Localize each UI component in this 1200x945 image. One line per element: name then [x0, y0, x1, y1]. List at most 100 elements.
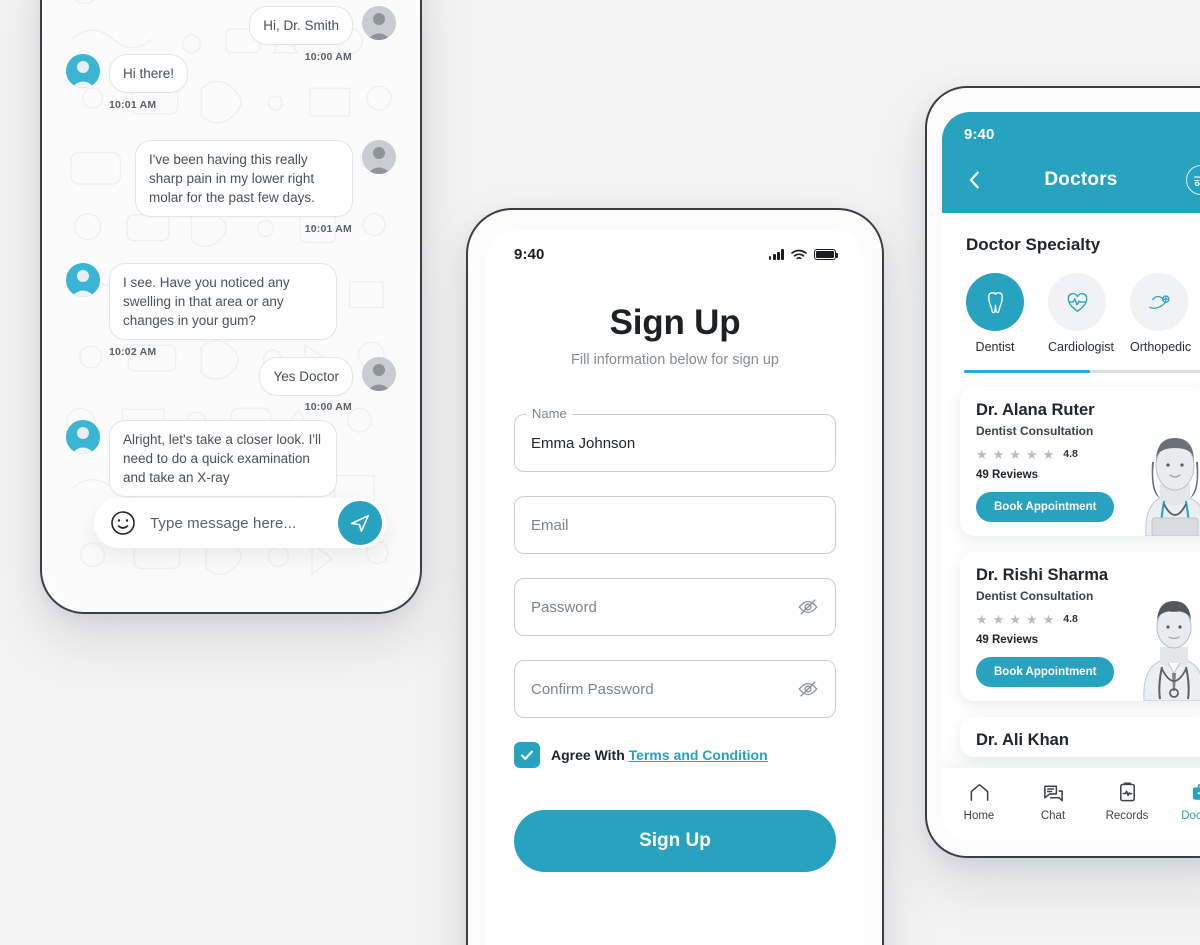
- status-time: 9:40: [514, 246, 545, 263]
- signup-button[interactable]: Sign Up: [514, 810, 836, 872]
- signup-form: Name Emma Johnson Email Password Confirm…: [486, 406, 864, 718]
- page-title: Sign Up: [609, 303, 741, 342]
- confirm-password-field-placeholder[interactable]: Confirm Password: [531, 681, 654, 698]
- email-field[interactable]: Email: [514, 496, 836, 554]
- name-field[interactable]: Name Emma Johnson: [514, 406, 836, 472]
- eye-off-icon[interactable]: [797, 596, 819, 618]
- tab-chat[interactable]: Chat: [1022, 780, 1084, 822]
- chat-message-outgoing: I've been having this really sharp pain …: [66, 140, 396, 218]
- email-field-placeholder[interactable]: Email: [531, 517, 569, 534]
- rating-value: 4.8: [1063, 613, 1078, 625]
- doctor-avatar: [66, 263, 100, 297]
- star-icon: ★: [976, 611, 988, 627]
- specialty-item-cardiologist[interactable]: Cardiologist: [1048, 273, 1115, 354]
- specialty-scrollbar[interactable]: [964, 370, 1200, 373]
- doctor-name: Dr. Ali Khan: [976, 730, 1069, 749]
- tab-label: Records: [1105, 810, 1149, 822]
- filter-settings-icon[interactable]: [1186, 165, 1200, 195]
- page-subtitle: Fill information below for sign up: [571, 352, 779, 368]
- terms-agreement-row[interactable]: Agree With Terms and Condition: [486, 742, 864, 768]
- password-field-placeholder[interactable]: Password: [531, 599, 597, 616]
- star-icon: ★: [992, 611, 1005, 627]
- screenshot-stage: Hi, Dr. Smith 10:00 AM Hi there! 10:01 A…: [0, 0, 1200, 945]
- eye-off-icon[interactable]: [797, 678, 819, 700]
- page-title: Doctors: [1044, 169, 1118, 190]
- chat-message-incoming: Alright, let's take a closer look. I'll …: [66, 420, 396, 498]
- status-time: 9:40: [964, 126, 995, 143]
- doctor-avatar: [66, 54, 100, 88]
- chat-phone-mockup: Hi, Dr. Smith 10:00 AM Hi there! 10:01 A…: [40, 0, 422, 614]
- doctors-header: 9:40 Doctors: [942, 112, 1200, 213]
- patient-avatar: [362, 6, 396, 40]
- chat-message-outgoing: Yes Doctor: [66, 357, 396, 397]
- specialty-section-title: Doctor Specialty: [966, 235, 1101, 254]
- message-bubble: Hi, Dr. Smith: [249, 6, 353, 46]
- terms-and-condition-link[interactable]: Terms and Condition: [629, 747, 768, 763]
- name-field-label: Name: [527, 406, 572, 421]
- agree-text: Agree With: [551, 747, 629, 763]
- specialty-list[interactable]: Dentist Cardiologist Orthopedic: [942, 255, 1200, 354]
- tab-label: Home: [963, 810, 995, 822]
- message-composer[interactable]: Type message here...: [94, 498, 386, 548]
- wifi-icon: [791, 249, 807, 261]
- orthopedic-icon: [1130, 273, 1188, 331]
- message-input[interactable]: Type message here...: [136, 515, 338, 532]
- doctor-list[interactable]: Dr. Alana Ruter Dentist Consultation ★ ★…: [942, 373, 1200, 757]
- star-icon: ★: [1042, 446, 1055, 462]
- chat-message-outgoing: Hi, Dr. Smith: [66, 6, 396, 46]
- specialty-item-dentist[interactable]: Dentist: [966, 273, 1024, 354]
- star-icon: ★: [976, 446, 988, 462]
- briefcase-icon: [1170, 780, 1200, 804]
- password-field[interactable]: Password: [514, 578, 836, 636]
- book-appointment-button[interactable]: Book Appointment: [976, 491, 1115, 522]
- chat-screen: Hi, Dr. Smith 10:00 AM Hi there! 10:01 A…: [52, 0, 410, 602]
- tab-label: Chat: [1040, 810, 1066, 822]
- cellular-signal-icon: [768, 249, 784, 260]
- doctor-card[interactable]: Dr. Ali Khan: [960, 716, 1200, 757]
- home-icon: [948, 780, 1010, 804]
- doctors-screen: 9:40 Doctors Doctor Specialty Dentist Ca…: [942, 112, 1200, 840]
- message-bubble: I've been having this really sharp pain …: [135, 140, 353, 218]
- smiley-icon[interactable]: [110, 510, 136, 536]
- status-bar: 9:40: [964, 126, 1200, 143]
- chat-message-incoming: Hi there!: [66, 54, 396, 94]
- specialty-label: Orthopedic: [1130, 340, 1192, 354]
- message-bubble: Alright, let's take a closer look. I'll …: [109, 420, 337, 498]
- agree-label: Agree With Terms and Condition: [551, 747, 768, 763]
- heartbeat-icon: [1048, 273, 1106, 331]
- doctor-card[interactable]: Dr. Rishi Sharma Dentist Consultation ★ …: [960, 551, 1200, 701]
- specialty-label: Cardiologist: [1048, 340, 1115, 354]
- message-bubble: Yes Doctor: [259, 357, 353, 397]
- doctor-avatar: [66, 420, 100, 454]
- scrollbar-thumb[interactable]: [964, 370, 1090, 373]
- tooth-icon: [966, 273, 1024, 331]
- patient-avatar: [362, 140, 396, 174]
- status-bar: 9:40: [486, 230, 864, 263]
- message-bubble: Hi there!: [109, 54, 189, 94]
- star-icon: ★: [1042, 611, 1055, 627]
- send-button[interactable]: [338, 501, 382, 545]
- chat-icon: [1022, 780, 1084, 804]
- star-icon: ★: [1009, 446, 1021, 462]
- tab-doctors[interactable]: Doctors: [1170, 780, 1200, 822]
- doctors-phone-mockup: 9:40 Doctors Doctor Specialty Dentist Ca…: [925, 86, 1200, 858]
- male-doctor-photo: [1112, 583, 1200, 701]
- agree-checkbox[interactable]: [514, 742, 540, 768]
- doctor-card[interactable]: Dr. Alana Ruter Dentist Consultation ★ ★…: [960, 386, 1200, 536]
- name-field-value[interactable]: Emma Johnson: [531, 435, 635, 452]
- star-icon: ★: [992, 446, 1005, 462]
- tab-home[interactable]: Home: [948, 780, 1010, 822]
- patient-avatar: [362, 357, 396, 391]
- rating-value: 4.8: [1063, 448, 1078, 460]
- check-icon: [519, 747, 535, 763]
- message-timestamp: 10:01 AM: [109, 99, 157, 112]
- send-icon: [349, 512, 371, 534]
- book-appointment-button[interactable]: Book Appointment: [976, 656, 1115, 687]
- specialty-item-orthopedic[interactable]: Orthopedic: [1130, 273, 1192, 354]
- tab-records[interactable]: Records: [1096, 780, 1158, 822]
- signup-screen: 9:40 Sign Up Fill information below for …: [486, 230, 864, 945]
- bottom-tab-bar[interactable]: Home Chat Records Doc: [942, 768, 1200, 840]
- battery-icon: [814, 249, 839, 260]
- confirm-password-field[interactable]: Confirm Password: [514, 660, 836, 718]
- signup-phone-mockup: 9:40 Sign Up Fill information below for …: [466, 208, 884, 945]
